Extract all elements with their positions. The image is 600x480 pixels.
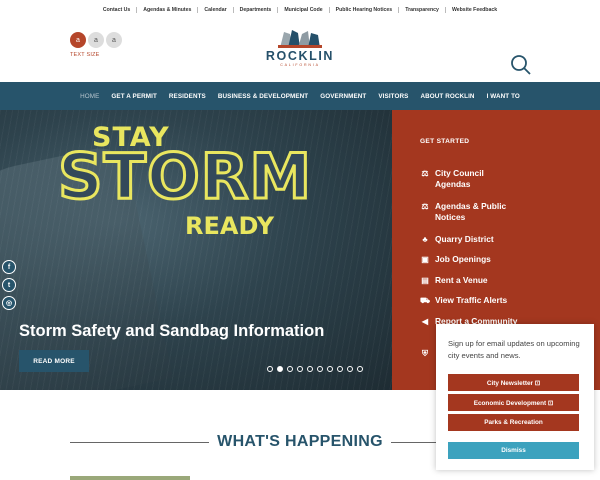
parks-recreation-button[interactable]: Parks & Recreation (448, 414, 579, 431)
section-title: WHAT'S HAPPENING (217, 433, 383, 450)
city-newsletter-button[interactable]: City Newsletter ⊡ (448, 374, 579, 391)
tree-icon: ♣ (422, 235, 428, 244)
rocklin-logo[interactable]: ROCKLIN CALIFORNIA (262, 28, 338, 67)
slide-dot[interactable] (317, 366, 323, 372)
link-label: Agendas & Public (435, 201, 507, 211)
twitter-icon[interactable]: t (2, 278, 16, 292)
get-started-title: GET STARTED (420, 138, 470, 145)
slide-indicators (267, 366, 363, 372)
slide-dot[interactable] (347, 366, 353, 372)
utility-link-hearing-notices[interactable]: Public Hearing Notices (330, 7, 400, 13)
social-links: f t ◎ (2, 260, 16, 310)
link-shield[interactable]: ⛨ (420, 348, 430, 359)
link-label: City Council (435, 168, 484, 178)
car-icon: ⛟ (420, 296, 431, 305)
link-rent-a-venue[interactable]: ▤ Rent a Venue (420, 275, 488, 286)
slide-dot[interactable] (287, 366, 293, 372)
nav-government[interactable]: GOVERNMENT (314, 93, 372, 100)
text-size-small-button[interactable]: a (70, 32, 86, 48)
nav-home[interactable]: HOME (74, 93, 105, 100)
divider (70, 441, 210, 443)
link-quarry-district[interactable]: ♣ Quarry District (420, 234, 494, 245)
utility-link-departments[interactable]: Departments (234, 7, 279, 13)
text-size-medium-button[interactable]: a (88, 32, 104, 48)
facebook-icon[interactable]: f (2, 260, 16, 274)
link-label: Rent a Venue (435, 275, 488, 285)
link-label: Job Openings (435, 254, 491, 264)
utility-link-calendar[interactable]: Calendar (198, 7, 234, 13)
link-label: Agendas (435, 179, 471, 189)
slide-dot[interactable] (297, 366, 303, 372)
site-header: a a a TEXT SIZE ROCKLIN CALIFORNIA (0, 20, 600, 82)
email-signup-popup: Sign up for email updates on upcoming ci… (436, 324, 594, 470)
nav-i-want-to[interactable]: I WANT TO (481, 93, 526, 100)
slide-dot[interactable] (267, 366, 273, 372)
slide-dot[interactable] (357, 366, 363, 372)
instagram-icon[interactable]: ◎ (2, 296, 16, 310)
text-size-large-button[interactable]: a (106, 32, 122, 48)
hero-title: Storm Safety and Sandbag Information (19, 322, 325, 340)
read-more-button[interactable]: READ MORE (19, 350, 89, 372)
gavel-icon: ⚖ (421, 202, 429, 211)
hero-ready-text: READY (185, 212, 275, 240)
economic-development-button[interactable]: Economic Development ⊡ (448, 394, 579, 411)
briefcase-icon: ▣ (421, 255, 429, 264)
link-label: View Traffic Alerts (435, 295, 508, 305)
hero-storm-text: STORM (56, 140, 313, 213)
gavel-icon: ⚖ (421, 169, 429, 178)
popup-text: Sign up for email updates on upcoming ci… (448, 339, 580, 360)
nav-about-rocklin[interactable]: ABOUT ROCKLIN (414, 93, 480, 100)
logo-name: ROCKLIN (265, 49, 335, 63)
nav-get-a-permit[interactable]: GET A PERMIT (105, 93, 163, 100)
utility-nav: Contact Us Agendas & Minutes Calendar De… (0, 0, 600, 20)
link-view-traffic-alerts[interactable]: ⛟ View Traffic Alerts (420, 295, 507, 306)
nav-residents[interactable]: RESIDENTS (163, 93, 212, 100)
text-size-label: TEXT SIZE (70, 52, 100, 58)
text-size-control: a a a TEXT SIZE (70, 32, 122, 58)
slide-dot[interactable] (327, 366, 333, 372)
utility-link-transparency[interactable]: Transparency (399, 7, 446, 13)
shield-icon: ⛨ (422, 349, 428, 358)
nav-visitors[interactable]: VISITORS (372, 93, 414, 100)
nav-business-development[interactable]: BUSINESS & DEVELOPMENT (212, 93, 314, 100)
logo-mark-icon (278, 30, 322, 48)
megaphone-icon: ◀ (421, 317, 429, 326)
slide-dot[interactable] (337, 366, 343, 372)
news-image-peek (70, 476, 190, 480)
link-agendas-public-notices[interactable]: ⚖ Agendas & Public Notices (420, 201, 506, 223)
link-label: Quarry District (435, 234, 494, 244)
link-label: Notices (435, 212, 466, 222)
slide-dot[interactable] (307, 366, 313, 372)
link-city-council-agendas[interactable]: ⚖ City Council Agendas (420, 168, 484, 190)
main-nav: HOME GET A PERMIT RESIDENTS BUSINESS & D… (0, 82, 600, 110)
logo-subtitle: CALIFORNIA (280, 63, 320, 67)
dismiss-button[interactable]: Dismiss (448, 442, 579, 459)
utility-link-contact-us[interactable]: Contact Us (97, 7, 138, 13)
utility-link-municipal-code[interactable]: Municipal Code (278, 7, 330, 13)
slide-dot[interactable] (277, 366, 283, 372)
search-icon[interactable] (510, 54, 532, 81)
ticket-icon: ▤ (421, 276, 429, 285)
utility-link-agendas[interactable]: Agendas & Minutes (137, 7, 199, 13)
utility-link-feedback[interactable]: Website Feedback (446, 7, 503, 13)
link-job-openings[interactable]: ▣ Job Openings (420, 254, 491, 265)
hero-slideshow: STAY STORM READY Storm Safety and Sandba… (0, 110, 392, 390)
